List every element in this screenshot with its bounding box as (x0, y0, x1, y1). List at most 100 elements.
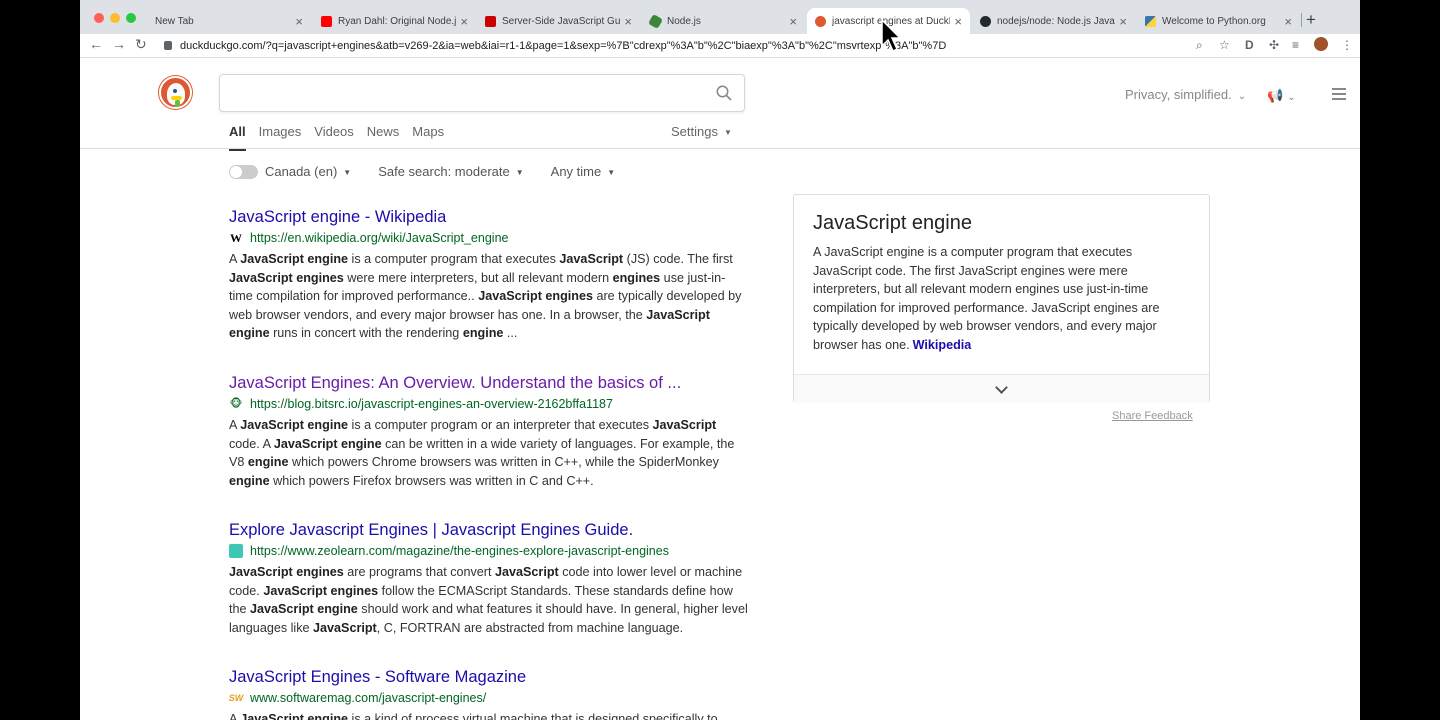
lock-icon (164, 41, 172, 50)
tab-ryan-dahl[interactable]: Ryan Dahl: Original Node.js p × (313, 8, 476, 34)
search-result: Explore Javascript Engines | Javascript … (229, 520, 749, 637)
result-title-link[interactable]: Explore Javascript Engines | Javascript … (229, 520, 749, 540)
zoom-icon[interactable]: ⌕ (1196, 38, 1203, 53)
result-url-row[interactable]: 🐵 https://blog.bitsrc.io/javascript-engi… (229, 396, 749, 412)
extensions-puzzle-icon[interactable]: ✣ (1269, 38, 1279, 52)
caret-down-icon: ▼ (723, 128, 732, 137)
tab-github-node[interactable]: nodejs/node: Node.js JavaSc × (972, 8, 1135, 34)
tab-title: Server-Side JavaScript Guide (502, 15, 621, 27)
result-snippet: A JavaScript engine is a computer progra… (229, 252, 742, 341)
result-title-link[interactable]: JavaScript engine - Wikipedia (229, 207, 749, 227)
close-tab-icon[interactable]: × (1119, 14, 1127, 29)
result-url: https://en.wikipedia.org/wiki/JavaScript… (250, 231, 509, 245)
tab-new-tab[interactable]: New Tab × (147, 8, 311, 34)
search-input[interactable] (219, 74, 745, 112)
maximize-window-button[interactable] (126, 13, 136, 23)
search-filters: Canada (en) ▼ Safe search: moderate ▼ Any … (229, 164, 642, 179)
privacy-dropdown[interactable]: Privacy, simplified. ⌄ (1125, 87, 1246, 102)
tab-python[interactable]: Welcome to Python.org × (1137, 8, 1300, 34)
safe-search-filter[interactable]: Safe search: moderate ▼ (378, 164, 523, 179)
zeolearn-favicon-icon (229, 544, 243, 558)
browser-toolbar: ← → ↻ duckduckgo.com/?q=javascript+engin… (80, 34, 1360, 58)
time-label: Any time (550, 164, 602, 179)
bitsrc-favicon-icon: 🐵 (229, 398, 243, 410)
tab-strip: New Tab × Ryan Dahl: Original Node.js p … (80, 0, 1360, 34)
region-filter[interactable]: Canada (en) ▼ (265, 164, 351, 179)
search-result: JavaScript Engines - Software Magazine S… (229, 667, 749, 720)
tab-images[interactable]: Images (259, 124, 302, 139)
address-bar[interactable]: duckduckgo.com/?q=javascript+engines&atb… (164, 36, 1244, 56)
tab-server-side-js[interactable]: Server-Side JavaScript Guide × (477, 8, 640, 34)
hamburger-menu-icon[interactable] (1332, 88, 1346, 103)
mouse-cursor-icon (881, 18, 902, 53)
github-favicon-icon (980, 15, 991, 27)
wikipedia-favicon-icon: W (230, 231, 242, 245)
close-tab-icon[interactable]: × (624, 14, 632, 29)
tab-videos[interactable]: Videos (314, 124, 354, 139)
close-tab-icon[interactable]: × (460, 14, 468, 29)
close-tab-icon[interactable]: × (1284, 14, 1292, 29)
result-url-row[interactable]: https://www.zeolearn.com/magazine/the-en… (229, 543, 749, 559)
caret-down-icon: ▼ (343, 168, 352, 177)
chevron-down-icon: ⌄ (1287, 92, 1296, 103)
result-title-link[interactable]: JavaScript Engines: An Overview. Underst… (229, 373, 749, 393)
privacy-label: Privacy, simplified. (1125, 87, 1232, 102)
megaphone-icon: 📢 (1267, 88, 1284, 103)
tab-all[interactable]: All (229, 124, 246, 151)
search-icon[interactable] (716, 85, 732, 101)
result-snippet: A JavaScript engine is a kind of process… (229, 712, 718, 720)
result-url: https://blog.bitsrc.io/javascript-engine… (250, 397, 613, 411)
oreilly-favicon-icon (485, 15, 496, 27)
new-tab-button[interactable]: + (1306, 10, 1316, 30)
result-url-row[interactable]: W https://en.wikipedia.org/wiki/JavaScri… (229, 230, 749, 246)
share-feedback-link[interactable]: Share Feedback (1112, 410, 1193, 422)
result-url: https://www.zeolearn.com/magazine/the-en… (250, 544, 669, 558)
expand-panel-button[interactable] (794, 374, 1209, 403)
result-snippet: A JavaScript engine is a computer progra… (229, 418, 735, 488)
region-toggle[interactable] (229, 164, 258, 179)
tab-news[interactable]: News (367, 124, 400, 139)
close-tab-icon[interactable]: × (295, 14, 303, 29)
duckduckgo-logo-icon[interactable] (159, 76, 192, 109)
forward-arrow-icon[interactable]: → (112, 36, 126, 52)
search-type-tabs: All Images Videos News Maps (229, 124, 444, 151)
python-favicon-icon (1145, 15, 1156, 27)
tab-title: Node.js (667, 15, 701, 27)
nodejs-favicon-icon (647, 13, 664, 29)
wikipedia-source-link[interactable]: Wikipedia (913, 338, 972, 352)
knowledge-panel-abstract: A JavaScript engine is a computer progra… (813, 245, 1160, 352)
media-control-icon[interactable]: ≡ (1292, 38, 1299, 52)
chevron-down-icon (995, 381, 1008, 394)
chevron-down-icon: ⌄ (1237, 91, 1247, 102)
result-url: www.softwaremag.com/javascript-engines/ (250, 691, 487, 705)
tab-maps[interactable]: Maps (412, 124, 444, 139)
tab-title: Welcome to Python.org (1162, 15, 1266, 27)
udemy-watermark: ûdemy (1308, 697, 1348, 712)
caret-down-icon: ▼ (607, 168, 616, 177)
close-tab-icon[interactable]: × (954, 14, 962, 29)
bookmark-star-icon[interactable]: ☆ (1219, 38, 1230, 52)
caret-down-icon: ▼ (515, 168, 524, 177)
profile-avatar-icon[interactable] (1314, 37, 1328, 51)
result-title-link[interactable]: JavaScript Engines - Software Magazine (229, 667, 749, 687)
tab-separator (1301, 13, 1302, 27)
url-text: duckduckgo.com/?q=javascript+engines&atb… (180, 40, 947, 52)
tab-nodejs[interactable]: Node.js × (642, 8, 805, 34)
close-tab-icon[interactable]: × (789, 14, 797, 29)
settings-dropdown[interactable]: Settings ▼ (671, 124, 732, 139)
tab-title: nodejs/node: Node.js JavaSc (997, 15, 1116, 27)
knowledge-panel-title: JavaScript engine (813, 212, 972, 234)
result-url-row[interactable]: SW www.softwaremag.com/javascript-engine… (229, 690, 749, 706)
minimize-window-button[interactable] (110, 13, 120, 23)
browser-menu-icon[interactable]: ⋮ (1341, 38, 1353, 52)
back-arrow-icon[interactable]: ← (89, 36, 103, 52)
browser-window: New Tab × Ryan Dahl: Original Node.js p … (80, 0, 1360, 720)
time-filter[interactable]: Any time ▼ (551, 164, 616, 179)
megaphone-dropdown[interactable]: 📢 ⌄ (1267, 88, 1296, 104)
close-window-button[interactable] (94, 13, 104, 23)
reload-icon[interactable]: ↻ (135, 36, 147, 53)
youtube-favicon-icon (321, 15, 332, 27)
search-result: JavaScript engine - Wikipedia W https://… (229, 207, 749, 343)
extension-d-icon[interactable]: D (1245, 38, 1254, 52)
region-label: Canada (en) (265, 164, 338, 179)
